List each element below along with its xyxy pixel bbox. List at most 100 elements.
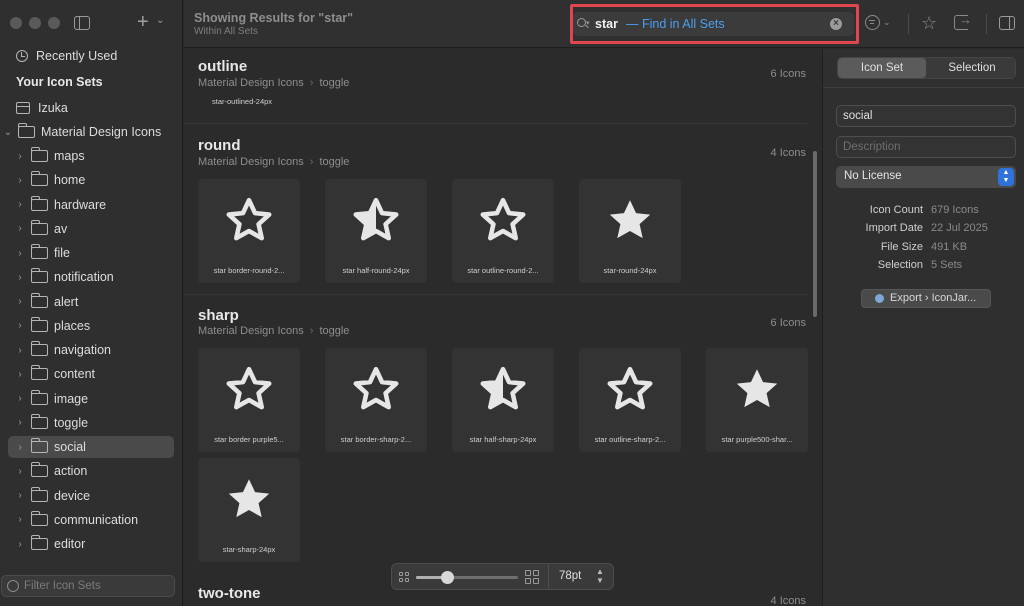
- license-select[interactable]: No License ▲ ▼: [836, 166, 1016, 188]
- chevron-right-icon[interactable]: ›: [14, 175, 26, 186]
- folder-icon: [31, 535, 48, 550]
- chevron-right-icon[interactable]: ›: [14, 320, 26, 331]
- add-icon[interactable]: +: [137, 11, 149, 34]
- sidebar-item-hardware[interactable]: › hardware: [0, 194, 182, 216]
- meta-value: 5 Sets: [931, 258, 963, 271]
- archive-icon: [16, 102, 30, 114]
- filter-icon-sets-input[interactable]: Filter Icon Sets: [1, 575, 175, 597]
- icon-tile[interactable]: star border-sharp-2...: [325, 348, 427, 452]
- filter-placeholder: Filter Icon Sets: [24, 580, 101, 592]
- set-name-field[interactable]: social: [836, 105, 1016, 127]
- sidebar-item-av[interactable]: › av: [0, 218, 182, 240]
- sidebar-item-label: communication: [54, 512, 139, 527]
- zoom-stepper[interactable]: ▲ ▼: [596, 567, 604, 585]
- sidebar-item-device[interactable]: › device: [0, 485, 182, 507]
- icon-tile[interactable]: star outline-round-2...: [452, 179, 554, 283]
- meta-key: Icon Count: [869, 204, 923, 216]
- tab-icon-set[interactable]: Icon Set: [838, 58, 926, 78]
- chevron-right-icon[interactable]: ›: [14, 490, 26, 501]
- zoom-slider-handle[interactable]: [440, 571, 454, 584]
- results-subtitle: Within All Sets: [194, 26, 258, 37]
- icon-label: star-sharp-24px: [222, 545, 276, 554]
- star-icon[interactable]: ☆: [921, 13, 937, 34]
- close-window-button[interactable]: [10, 17, 22, 29]
- export-iconjar-button[interactable]: Export › IconJar...: [861, 289, 991, 308]
- chevron-down-icon[interactable]: ⌄: [2, 127, 14, 138]
- icon-tile[interactable]: star purple500-shar...: [706, 348, 808, 452]
- chevron-down-icon[interactable]: ⌄: [156, 15, 164, 26]
- zoom-window-button[interactable]: [48, 17, 60, 29]
- icon-tile[interactable]: star outline-sharp-2...: [579, 348, 681, 452]
- sidebar-item-notification[interactable]: › notification: [0, 266, 182, 288]
- sidebar-item-material-design-icons[interactable]: ⌄ Material Design Icons: [2, 121, 182, 143]
- chevron-right-icon[interactable]: ›: [14, 199, 26, 210]
- chevron-right-icon[interactable]: ›: [14, 151, 26, 162]
- chevron-right-icon[interactable]: ›: [14, 417, 26, 428]
- chevron-right-icon[interactable]: ›: [14, 223, 26, 234]
- zoom-slider[interactable]: [416, 571, 518, 584]
- meta-key: Selection: [877, 258, 923, 271]
- scrollbar[interactable]: [813, 151, 817, 317]
- minimize-window-button[interactable]: [29, 17, 41, 29]
- description-field[interactable]: Description: [836, 136, 1016, 158]
- sidebar-item-content[interactable]: › content: [0, 363, 182, 385]
- folder-icon: [31, 365, 48, 381]
- chevron-right-icon[interactable]: ›: [14, 393, 26, 404]
- icon-tile[interactable]: star half-sharp-24px: [452, 348, 554, 452]
- sidebar-item-label: av: [54, 221, 68, 236]
- folder-icon: [31, 292, 48, 308]
- icon-label: star purple500-shar...: [721, 435, 793, 444]
- chevron-right-icon[interactable]: ›: [14, 539, 26, 550]
- sidebar-item-alert[interactable]: › alert: [0, 291, 182, 313]
- sidebar-item-label: editor: [54, 537, 86, 551]
- chevron-right-icon[interactable]: ›: [14, 248, 26, 259]
- section-count: 6 Icons: [770, 317, 806, 329]
- sidebar-item-communication[interactable]: › communication: [0, 509, 182, 531]
- icon-tile[interactable]: star-round-24px: [579, 179, 681, 283]
- sidebar-item-places[interactable]: › places: [0, 315, 182, 337]
- folder-icon: [31, 438, 48, 453]
- meta-value: 491 KB: [931, 240, 968, 253]
- icon-tile[interactable]: star border purple5...: [198, 348, 300, 452]
- sidebar-item-editor[interactable]: › editor: [0, 533, 182, 555]
- chevron-right-icon[interactable]: ›: [14, 442, 26, 453]
- chevron-right-icon[interactable]: ›: [14, 514, 26, 525]
- inspector-tabs: Icon Set Selection: [837, 57, 1016, 79]
- sidebar-item-label: image: [54, 391, 89, 406]
- filter-icon[interactable]: [865, 15, 880, 30]
- sidebar-item-maps[interactable]: › maps: [0, 145, 182, 167]
- icon-tile[interactable]: star half-round-24px: [325, 179, 427, 283]
- chevron-down-icon[interactable]: ⌄: [883, 17, 891, 28]
- icon-tile[interactable]: star border-round-2...: [198, 179, 300, 283]
- sidebar-item-navigation[interactable]: › navigation: [0, 339, 182, 361]
- chevron-right-icon[interactable]: ›: [14, 272, 26, 283]
- sidebar-item-file[interactable]: › file: [0, 242, 182, 264]
- meta-key: Import Date: [865, 222, 923, 235]
- export-icon[interactable]: [954, 12, 972, 30]
- icon-tile[interactable]: star-sharp-24px: [198, 458, 300, 562]
- chevron-up-down-icon[interactable]: ▲ ▼: [998, 168, 1014, 186]
- sidebar-item-action[interactable]: › action: [0, 460, 182, 482]
- chevron-right-icon[interactable]: ›: [14, 466, 26, 477]
- sidebar-item-toggle[interactable]: › toggle: [0, 412, 182, 434]
- tab-selection[interactable]: Selection: [928, 58, 1016, 78]
- sidebar-item-recently-used[interactable]: Recently Used: [16, 45, 182, 67]
- sidebar-item-home[interactable]: › home: [0, 169, 182, 191]
- sidebar-item-image[interactable]: › image: [0, 388, 182, 410]
- sidebar-item-label: places: [54, 318, 91, 333]
- sidebar-toggle-icon[interactable]: [74, 16, 90, 30]
- chevron-right-icon[interactable]: ›: [14, 296, 26, 307]
- chevron-right-icon[interactable]: ›: [14, 345, 26, 356]
- folder-icon: [31, 244, 48, 259]
- inspector-toggle-icon[interactable]: [999, 16, 1015, 30]
- section-title: two-tone: [198, 585, 261, 602]
- large-grid-icon[interactable]: [525, 570, 539, 584]
- sidebar-item-social[interactable]: › social: [8, 436, 174, 458]
- sidebar-item-izuka[interactable]: Izuka: [16, 97, 182, 119]
- small-grid-icon[interactable]: [399, 572, 409, 582]
- icon-label: star half-round-24px: [342, 266, 410, 275]
- chevron-right-icon[interactable]: ›: [14, 369, 26, 380]
- sidebar-item-label: maps: [54, 149, 85, 163]
- toolbar: Showing Results for "star" Within All Se…: [184, 0, 1024, 48]
- section-path: Material Design Icons › toggle: [198, 77, 350, 89]
